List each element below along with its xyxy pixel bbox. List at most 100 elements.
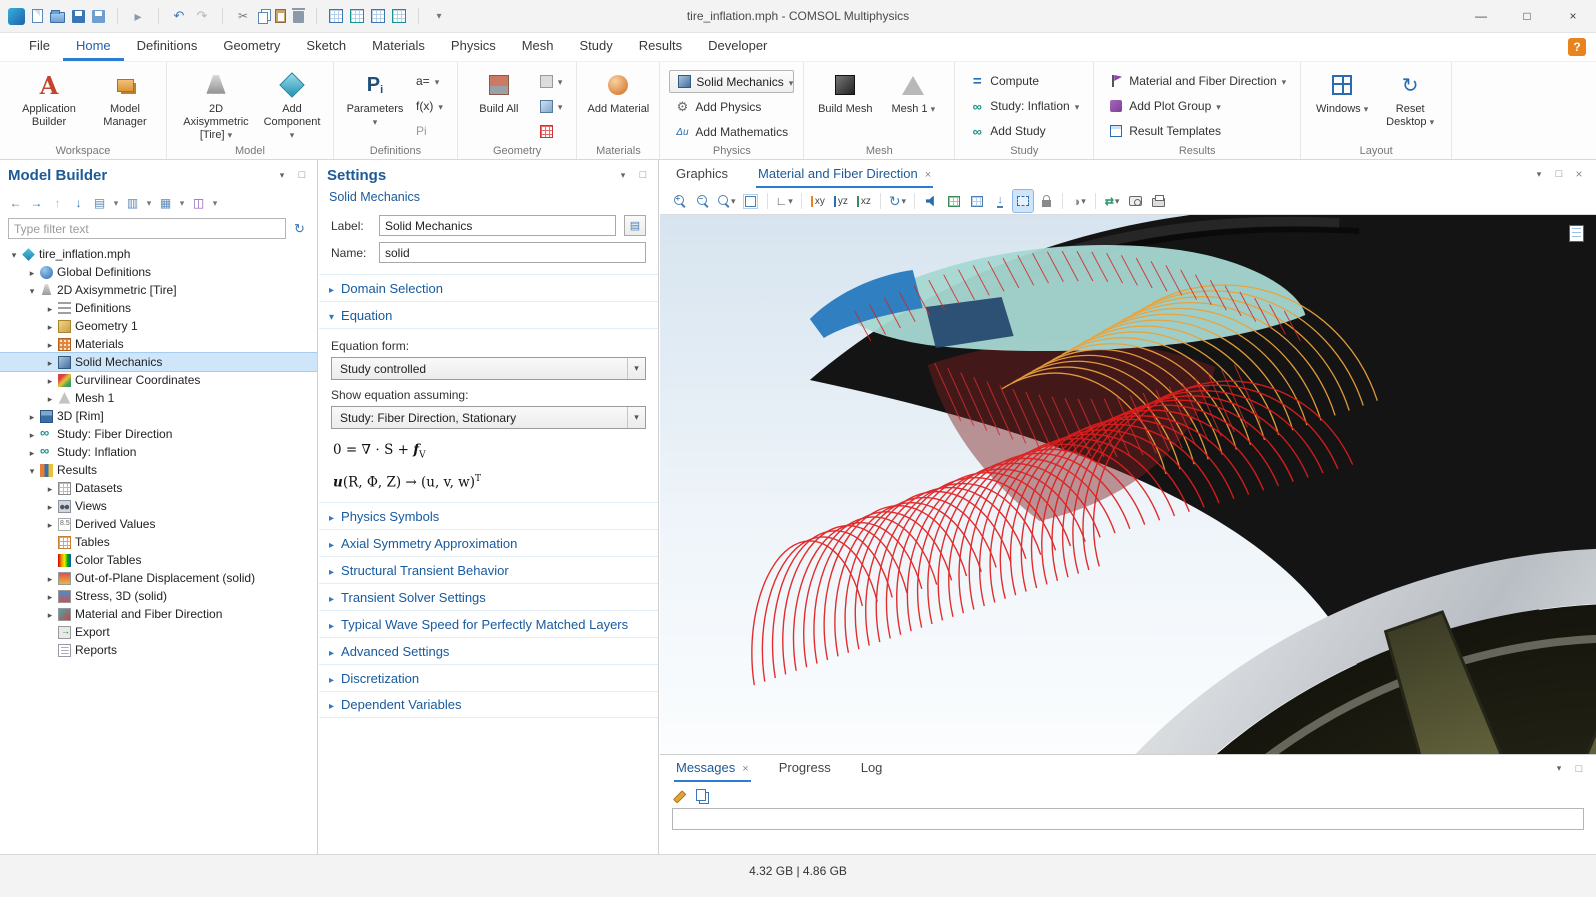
paste-icon[interactable] (275, 9, 286, 23)
tree-item-geometry-1[interactable]: Geometry 1 (0, 317, 317, 335)
chevron-right-icon[interactable] (26, 445, 38, 459)
windows-button[interactable]: Windows (1310, 67, 1374, 116)
minimize-button[interactable]: — (1458, 0, 1504, 33)
save-icon[interactable] (72, 10, 85, 23)
copy-icon[interactable] (258, 12, 268, 24)
chevron-right-icon[interactable] (26, 427, 38, 441)
lock-axes-button[interactable] (1036, 190, 1056, 212)
tree-item-3d-rim[interactable]: 3D [Rim] (0, 407, 317, 425)
tab-graphics[interactable]: Graphics (674, 162, 730, 188)
tree-item-out-of-plane-displacement[interactable]: Out-of-Plane Displacement (solid) (0, 569, 317, 587)
panel-menu-icon[interactable] (275, 168, 289, 182)
tree-item-color-tables[interactable]: Color Tables (0, 551, 317, 569)
chevron-right-icon[interactable] (44, 319, 56, 333)
node-order-caret-icon[interactable] (144, 194, 154, 213)
update-plot-button[interactable] (1102, 190, 1122, 212)
section-advanced-settings[interactable]: Advanced Settings (319, 637, 658, 664)
tree-item-solid-mechanics[interactable]: Solid Mechanics (0, 353, 317, 371)
tab-study[interactable]: Study (567, 33, 626, 61)
section-domain-selection[interactable]: Domain Selection (319, 274, 658, 301)
geometry-sequence-button[interactable] (535, 95, 568, 117)
material-fiber-direction-button[interactable]: Material and Fiber Direction (1103, 70, 1291, 92)
chevron-down-icon[interactable] (26, 463, 38, 477)
add-component-button[interactable]: Add Component (260, 67, 324, 142)
add-physics-button[interactable]: Add Physics (669, 96, 794, 118)
filter-caret-icon[interactable] (210, 194, 220, 213)
undo-icon[interactable] (171, 8, 187, 24)
tree-item-definitions[interactable]: Definitions (0, 299, 317, 317)
open-file-icon[interactable] (50, 12, 65, 23)
section-axial-symmetry-approximation[interactable]: Axial Symmetry Approximation (319, 529, 658, 556)
toolbar-overflow-icon[interactable] (431, 8, 447, 24)
build-mesh-button[interactable]: Build Mesh (813, 67, 877, 116)
tree-filter-input[interactable] (8, 218, 286, 239)
table-tool-icon-4[interactable] (392, 9, 406, 23)
table-tool-icon-2[interactable] (350, 9, 364, 23)
name-input[interactable] (379, 242, 646, 263)
back-icon[interactable] (6, 194, 25, 213)
chevron-right-icon[interactable] (44, 301, 56, 315)
table-button[interactable] (944, 190, 964, 212)
chevron-right-icon[interactable] (44, 355, 56, 369)
close-tab-icon[interactable] (742, 760, 748, 775)
tab-file[interactable]: File (16, 33, 63, 61)
tree-item-global-definitions[interactable]: Global Definitions (0, 263, 317, 281)
tree-item-root[interactable]: tire_inflation.mph (0, 245, 317, 263)
panel-menu-icon[interactable] (616, 168, 630, 182)
chevron-right-icon[interactable] (44, 337, 56, 351)
compute-button[interactable]: Compute (964, 70, 1084, 92)
chevron-down-icon[interactable] (8, 247, 20, 261)
test-application-icon[interactable] (130, 8, 146, 24)
functions-button[interactable]: f(x) (411, 95, 448, 117)
copy-messages-icon[interactable] (696, 789, 706, 801)
equation-form-select[interactable]: Study controlled (331, 357, 646, 380)
sound-button[interactable] (921, 190, 941, 212)
yz-view-button[interactable]: yz (831, 190, 851, 212)
tree-item-material-fiber-direction[interactable]: Material and Fiber Direction (0, 605, 317, 623)
export-data-button[interactable] (990, 190, 1010, 212)
tree-item-curvilinear-coordinates[interactable]: Curvilinear Coordinates (0, 371, 317, 389)
tree-item-2d-axisymmetric[interactable]: 2D Axisymmetric [Tire] (0, 281, 317, 299)
messages-output-field[interactable] (672, 808, 1584, 830)
table-tool-icon-1[interactable] (329, 9, 343, 23)
tree-item-tables[interactable]: Tables (0, 533, 317, 551)
node-order-icon[interactable] (123, 194, 142, 213)
add-study-button[interactable]: Add Study (964, 120, 1084, 142)
tree-item-stress-3d[interactable]: Stress, 3D (solid) (0, 587, 317, 605)
section-dependent-variables[interactable]: Dependent Variables (319, 691, 658, 718)
xz-view-button[interactable]: xz (854, 190, 874, 212)
add-material-button[interactable]: Add Material (586, 67, 650, 116)
mesh-1-button[interactable]: Mesh 1 (881, 67, 945, 116)
chevron-right-icon[interactable] (44, 607, 56, 621)
tab-results[interactable]: Results (626, 33, 695, 61)
study-inflation-button[interactable]: Study: Inflation (964, 95, 1084, 117)
maximize-button[interactable]: □ (1504, 0, 1550, 33)
chevron-right-icon[interactable] (26, 265, 38, 279)
save-as-icon[interactable] (92, 10, 105, 23)
geometry-import-button[interactable] (535, 70, 568, 92)
chevron-right-icon[interactable] (44, 499, 56, 513)
default-view-button[interactable] (774, 190, 795, 212)
close-tab-icon[interactable] (925, 166, 931, 181)
variables-button[interactable]: a= (411, 70, 448, 92)
graphics-canvas[interactable] (660, 215, 1596, 754)
clear-messages-icon[interactable] (672, 788, 686, 802)
model-manager-button[interactable]: Model Manager (93, 67, 157, 129)
tree-item-study-fiber-direction[interactable]: Study: Fiber Direction (0, 425, 317, 443)
panel-float-icon[interactable] (1552, 167, 1566, 181)
show-options-icon[interactable] (156, 194, 175, 213)
canvas-note-icon[interactable] (1569, 225, 1584, 242)
section-physics-symbols[interactable]: Physics Symbols (319, 502, 658, 529)
tab-materials[interactable]: Materials (359, 33, 438, 61)
chevron-right-icon[interactable] (44, 481, 56, 495)
zoom-extents-button[interactable] (741, 190, 761, 212)
redo-icon[interactable] (194, 8, 210, 24)
zoom-out-button[interactable]: − (693, 190, 713, 212)
chevron-right-icon[interactable] (26, 409, 38, 423)
forward-icon[interactable] (27, 194, 46, 213)
cut-icon[interactable] (235, 8, 251, 24)
tree-item-study-inflation[interactable]: Study: Inflation (0, 443, 317, 461)
tree-item-views[interactable]: Views (0, 497, 317, 515)
model-tree-filter-icon[interactable] (189, 194, 208, 213)
panel-menu-icon[interactable] (1532, 167, 1546, 181)
